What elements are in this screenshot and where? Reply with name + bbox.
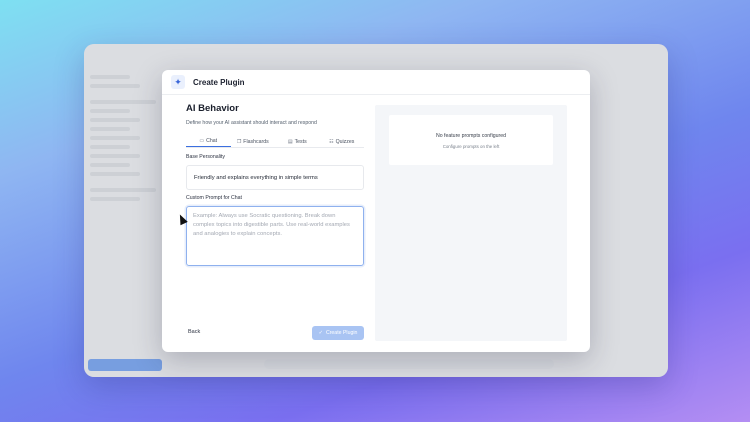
tab-label: Quizzes [335,138,355,145]
tab-label: Flashcards [243,138,269,145]
custom-prompt-textarea[interactable]: Example: Always use Socratic questioning… [186,206,364,266]
back-button[interactable]: Back [186,326,202,338]
tab-chat[interactable]: ▭ Chat [186,136,231,147]
flashcards-icon: ❐ [236,138,242,145]
preview-subtitle: Configure prompts on the left [442,144,500,149]
tests-icon: ▤ [287,138,293,145]
behavior-form: AI Behavior Define how your AI assistant… [186,103,364,266]
section-title: AI Behavior [186,103,239,114]
tab-flashcards[interactable]: ❐ Flashcards [231,136,276,147]
preview-title: No feature prompts configured [435,133,507,139]
section-subtitle: Define how your AI assistant should inte… [186,120,317,126]
empty-preview-card: No feature prompts configured Configure … [389,115,553,165]
create-plugin-label: Create Plugin [325,330,358,336]
base-personality-label: Base Personality [186,154,225,160]
tab-label: Tests [294,138,307,145]
tab-tests[interactable]: ▤ Tests [275,136,320,147]
sparkle-icon: ✦ [171,75,185,89]
base-personality-field[interactable]: Friendly and explains everything in simp… [186,165,364,190]
chat-icon: ▭ [199,138,205,144]
modal-title: Create Plugin [193,77,245,87]
modal-header: ✦ Create Plugin [162,70,590,95]
create-plugin-modal: ✦ Create Plugin AI Behavior Define how y… [162,70,590,352]
quizzes-icon: ☷ [329,138,334,145]
feature-tabs: ▭ Chat ❐ Flashcards ▤ Tests ☷ Quizzes [186,136,364,148]
tab-label: Chat [206,138,218,144]
custom-prompt-label: Custom Prompt for Chat [186,195,242,201]
tab-quizzes[interactable]: ☷ Quizzes [320,136,365,147]
create-plugin-button[interactable]: ✓ Create Plugin [312,326,364,340]
check-icon: ✓ [318,330,323,336]
prompt-preview-panel: No feature prompts configured Configure … [375,105,567,341]
